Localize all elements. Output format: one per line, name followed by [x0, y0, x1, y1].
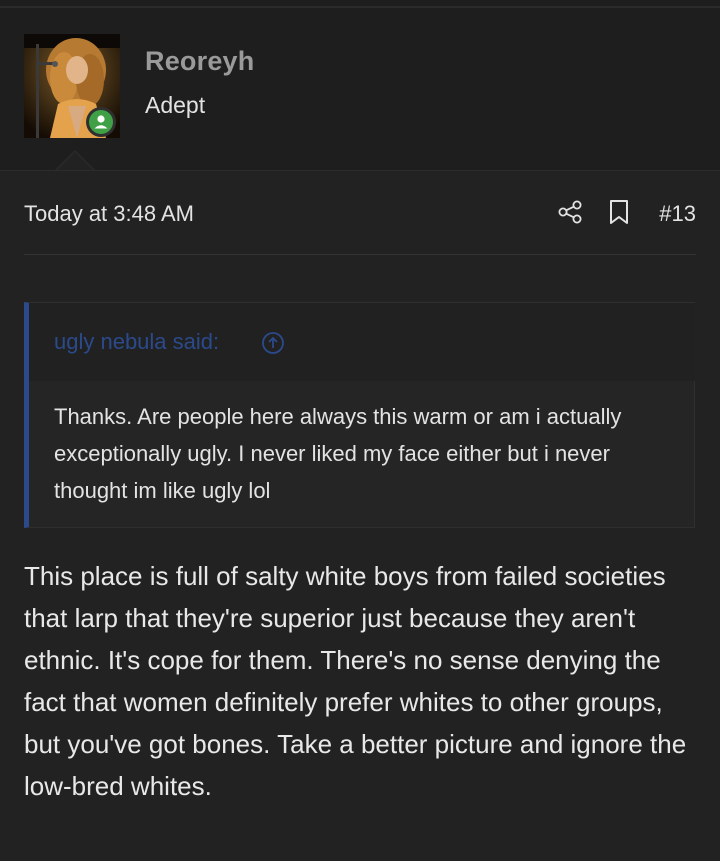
share-icon[interactable]: [557, 199, 583, 225]
post-date-link[interactable]: Today at 3:48 AM: [24, 201, 194, 227]
quote-header: ugly nebula said:: [29, 303, 695, 381]
meta-divider: [24, 254, 696, 255]
post-message: This place is full of salty white boys f…: [24, 561, 687, 801]
online-user-icon: [94, 115, 108, 129]
username-link[interactable]: Reoreyh: [145, 46, 254, 77]
quote-author-link[interactable]: ugly nebula said:: [54, 329, 219, 355]
post-user-block: Reoreyh Adept: [0, 8, 720, 170]
user-title: Adept: [145, 92, 206, 118]
quote-block: ugly nebula said: Thanks. Are people her…: [24, 302, 695, 528]
arrow-up-circle-icon[interactable]: [261, 331, 285, 355]
online-status-badge: [86, 107, 116, 137]
forum-post-page: Reoreyh Adept Today at 3:48 AM #13 ugly …: [0, 0, 720, 861]
user-block-pointer-inner: [57, 152, 93, 170]
post-meta-row: Today at 3:48 AM #13: [24, 199, 696, 229]
bookmark-icon[interactable]: [608, 199, 630, 225]
post-number-link[interactable]: #13: [659, 201, 696, 227]
post-body: Today at 3:48 AM #13 ugly nebula said: T…: [0, 170, 720, 861]
quote-text: Thanks. Are people here always this warm…: [54, 404, 622, 503]
